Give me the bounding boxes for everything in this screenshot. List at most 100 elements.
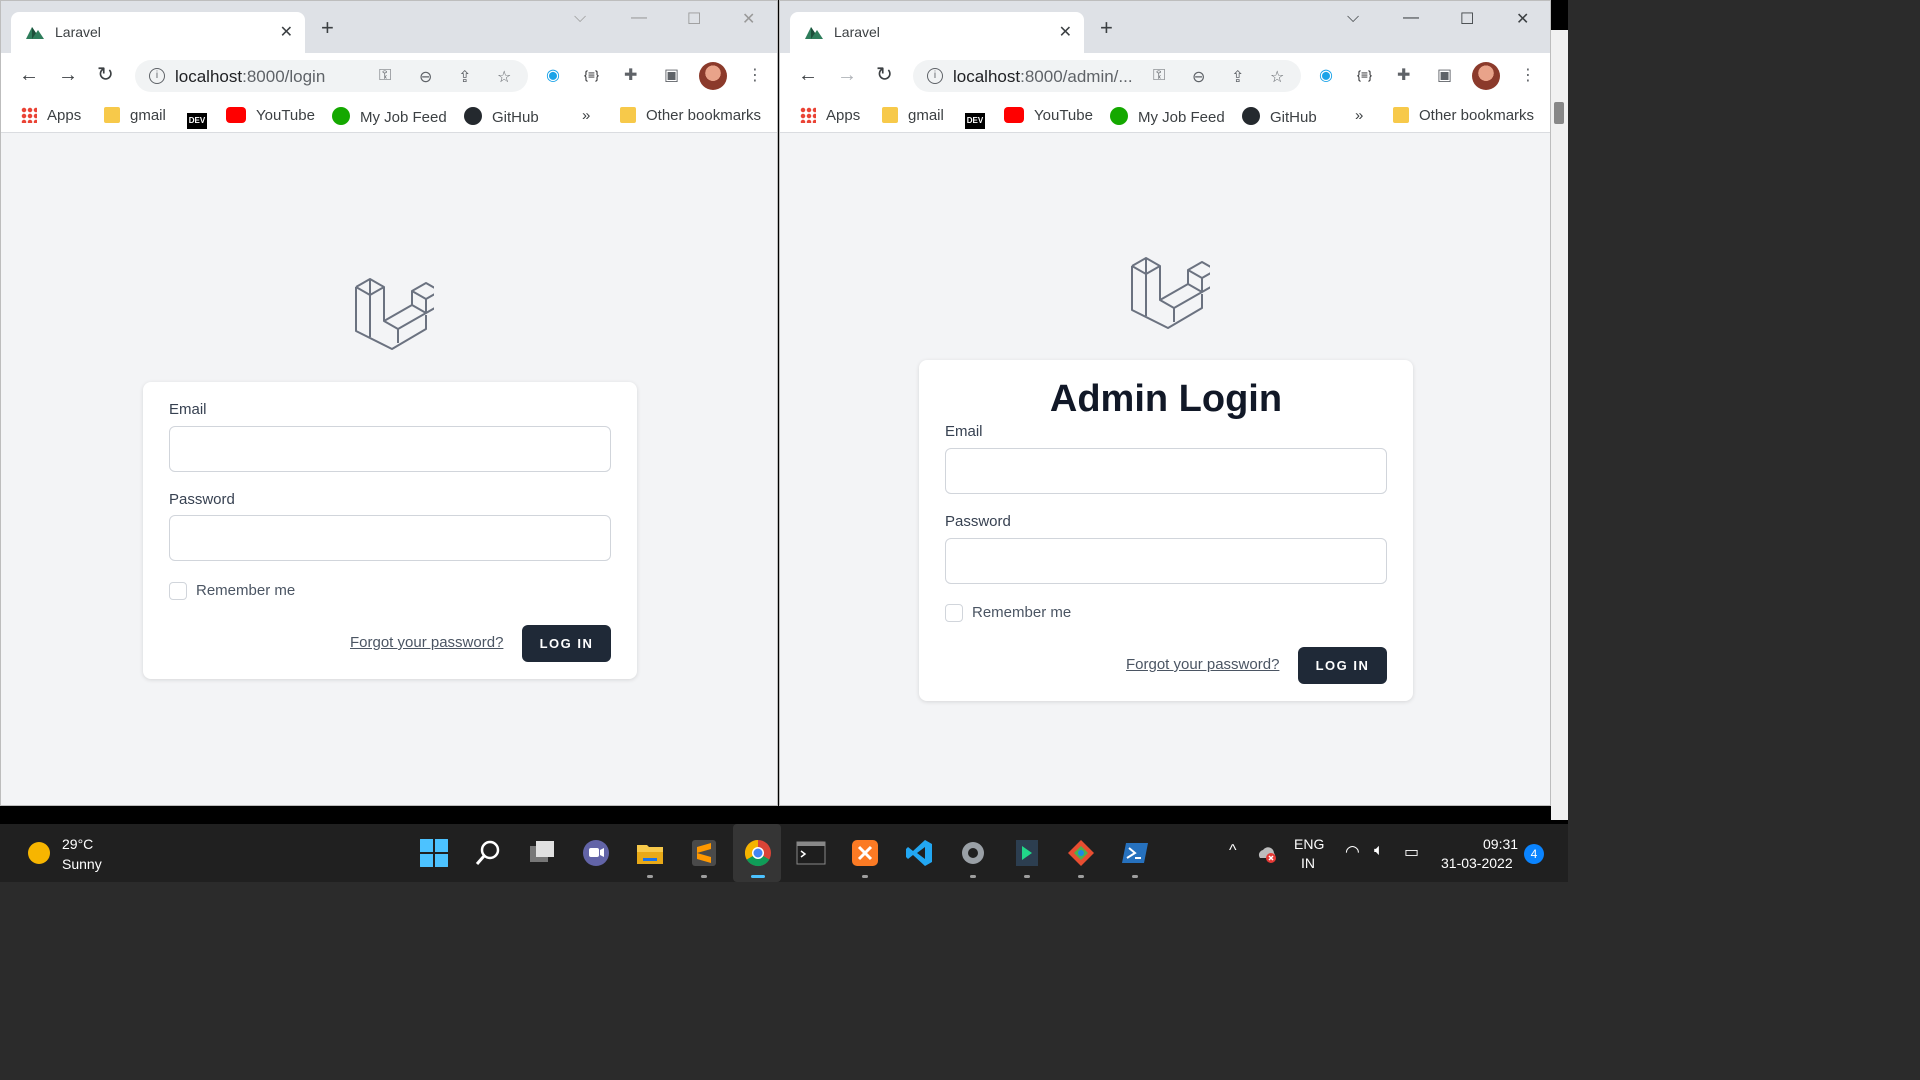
password-field[interactable]: [169, 515, 611, 561]
bookmarks-bar: Apps gmail DEV YouTube My Job Feed GitHu…: [780, 99, 1550, 133]
bookmark-dev[interactable]: DEV: [965, 107, 1003, 129]
terminal-icon[interactable]: [796, 838, 826, 868]
bookmark-star-icon[interactable]: ☆: [1270, 67, 1284, 87]
phpstorm-icon[interactable]: [1012, 838, 1042, 868]
key-icon[interactable]: ⚿: [1153, 67, 1165, 85]
onedrive-error-icon[interactable]: [1255, 844, 1279, 864]
bookmark-apps[interactable]: Apps: [21, 107, 81, 124]
site-info-icon[interactable]: i: [927, 68, 943, 84]
key-icon[interactable]: ⚿: [379, 67, 391, 85]
clock-date[interactable]: 31-03-2022: [1441, 855, 1513, 871]
powershell-icon[interactable]: [1120, 838, 1150, 868]
region-indicator[interactable]: IN: [1301, 855, 1315, 871]
sublime-text-icon[interactable]: [689, 838, 719, 868]
sun-icon[interactable]: [28, 842, 50, 864]
extension-icon[interactable]: ◉: [546, 65, 560, 85]
back-icon[interactable]: ←: [798, 64, 818, 86]
scrollbar-thumb[interactable]: [1554, 102, 1564, 124]
side-panel-icon[interactable]: ▣: [1437, 65, 1452, 85]
login-button[interactable]: LOG IN: [1298, 647, 1387, 684]
git-app-icon[interactable]: [1066, 838, 1096, 868]
settings-gear-icon[interactable]: [958, 838, 988, 868]
browser-tab[interactable]: Laravel ✕: [790, 12, 1084, 53]
address-bar[interactable]: i localhost:8000/admin/... ⚿ ⊖ ⇪ ☆: [913, 60, 1301, 92]
volume-icon[interactable]: 🔈︎: [1374, 842, 1384, 860]
bookmark-gmail[interactable]: gmail: [882, 107, 944, 124]
bookmark-job-feed[interactable]: My Job Feed: [1110, 107, 1225, 126]
tray-overflow-icon[interactable]: ^: [1229, 842, 1237, 860]
teams-chat-icon[interactable]: [581, 838, 611, 868]
remember-me-checkbox[interactable]: [945, 604, 963, 622]
vscode-icon[interactable]: [904, 838, 934, 868]
bookmark-gmail[interactable]: gmail: [104, 107, 166, 124]
menu-icon[interactable]: ⋮: [747, 65, 763, 85]
json-extension-icon[interactable]: {≡}: [584, 68, 599, 82]
browser-tab[interactable]: Laravel ✕: [11, 12, 305, 53]
back-icon[interactable]: ←: [19, 64, 39, 86]
minimize-icon[interactable]: —: [1403, 9, 1419, 27]
language-indicator[interactable]: ENG: [1294, 836, 1324, 852]
minimize-icon[interactable]: —: [631, 9, 647, 27]
close-window-icon[interactable]: ✕: [742, 9, 755, 29]
profile-avatar[interactable]: [699, 62, 727, 90]
password-field[interactable]: [945, 538, 1387, 584]
bookmark-github[interactable]: GitHub: [464, 107, 539, 126]
close-window-icon[interactable]: ✕: [1516, 9, 1529, 29]
bookmark-github[interactable]: GitHub: [1242, 107, 1317, 126]
reload-icon[interactable]: ↻: [97, 64, 114, 86]
battery-icon[interactable]: ▭: [1404, 842, 1419, 862]
tab-close-icon[interactable]: ✕: [1059, 22, 1072, 42]
maximize-icon[interactable]: ☐: [1460, 9, 1474, 29]
bookmarks-overflow-icon[interactable]: »: [1355, 107, 1363, 124]
extensions-puzzle-icon[interactable]: ✚: [624, 65, 637, 85]
new-tab-icon[interactable]: +: [1100, 17, 1113, 39]
bookmark-other[interactable]: Other bookmarks: [1393, 107, 1534, 124]
zoom-icon[interactable]: ⊖: [419, 67, 432, 87]
remember-me-checkbox[interactable]: [169, 582, 187, 600]
share-icon[interactable]: ⇪: [1231, 67, 1244, 87]
profile-avatar[interactable]: [1472, 62, 1500, 90]
tab-search-icon[interactable]: ⌵: [1347, 9, 1359, 27]
bookmark-other[interactable]: Other bookmarks: [620, 107, 761, 124]
side-panel-icon[interactable]: ▣: [664, 65, 679, 85]
bookmarks-overflow-icon[interactable]: »: [582, 107, 590, 124]
windows-start-icon[interactable]: [419, 838, 449, 868]
xampp-icon[interactable]: [850, 838, 880, 868]
wifi-icon[interactable]: ◠: [1345, 842, 1360, 862]
bookmark-star-icon[interactable]: ☆: [497, 67, 511, 87]
weather-temperature[interactable]: 29°C: [62, 836, 93, 852]
bookmark-dev[interactable]: DEV: [187, 107, 225, 129]
tab-close-icon[interactable]: ✕: [280, 22, 293, 42]
email-field[interactable]: [945, 448, 1387, 494]
bookmark-youtube[interactable]: YouTube: [226, 107, 315, 124]
menu-icon[interactable]: ⋮: [1520, 65, 1536, 85]
reload-icon[interactable]: ↻: [876, 64, 893, 86]
tab-search-icon[interactable]: ⌵: [574, 9, 586, 27]
extension-icon[interactable]: ◉: [1319, 65, 1333, 85]
bookmark-apps[interactable]: Apps: [800, 107, 860, 124]
email-field[interactable]: [169, 426, 611, 472]
chrome-icon[interactable]: [743, 838, 773, 868]
new-tab-icon[interactable]: +: [321, 17, 334, 39]
maximize-icon[interactable]: ☐: [687, 9, 701, 29]
address-bar[interactable]: i localhost:8000/login ⚿ ⊖ ⇪ ☆: [135, 60, 528, 92]
forgot-password-link[interactable]: Forgot your password?: [1126, 656, 1279, 673]
vertical-scrollbar[interactable]: [1551, 30, 1568, 820]
json-extension-icon[interactable]: {≡}: [1357, 68, 1372, 82]
share-icon[interactable]: ⇪: [458, 67, 471, 87]
extensions-puzzle-icon[interactable]: ✚: [1397, 65, 1410, 85]
task-view-icon[interactable]: [527, 838, 557, 868]
file-explorer-icon[interactable]: [635, 838, 665, 868]
search-icon[interactable]: [473, 838, 503, 868]
bookmark-job-feed[interactable]: My Job Feed: [332, 107, 447, 126]
weather-description[interactable]: Sunny: [62, 856, 102, 872]
bookmark-youtube[interactable]: YouTube: [1004, 107, 1093, 124]
zoom-icon[interactable]: ⊖: [1192, 67, 1205, 87]
forgot-password-link[interactable]: Forgot your password?: [350, 634, 503, 651]
login-button[interactable]: LOG IN: [522, 625, 611, 662]
forward-icon[interactable]: →: [58, 64, 78, 86]
site-info-icon[interactable]: i: [149, 68, 165, 84]
forward-icon[interactable]: →: [837, 64, 857, 86]
clock-time[interactable]: 09:31: [1483, 836, 1518, 852]
notification-badge[interactable]: 4: [1524, 844, 1544, 864]
